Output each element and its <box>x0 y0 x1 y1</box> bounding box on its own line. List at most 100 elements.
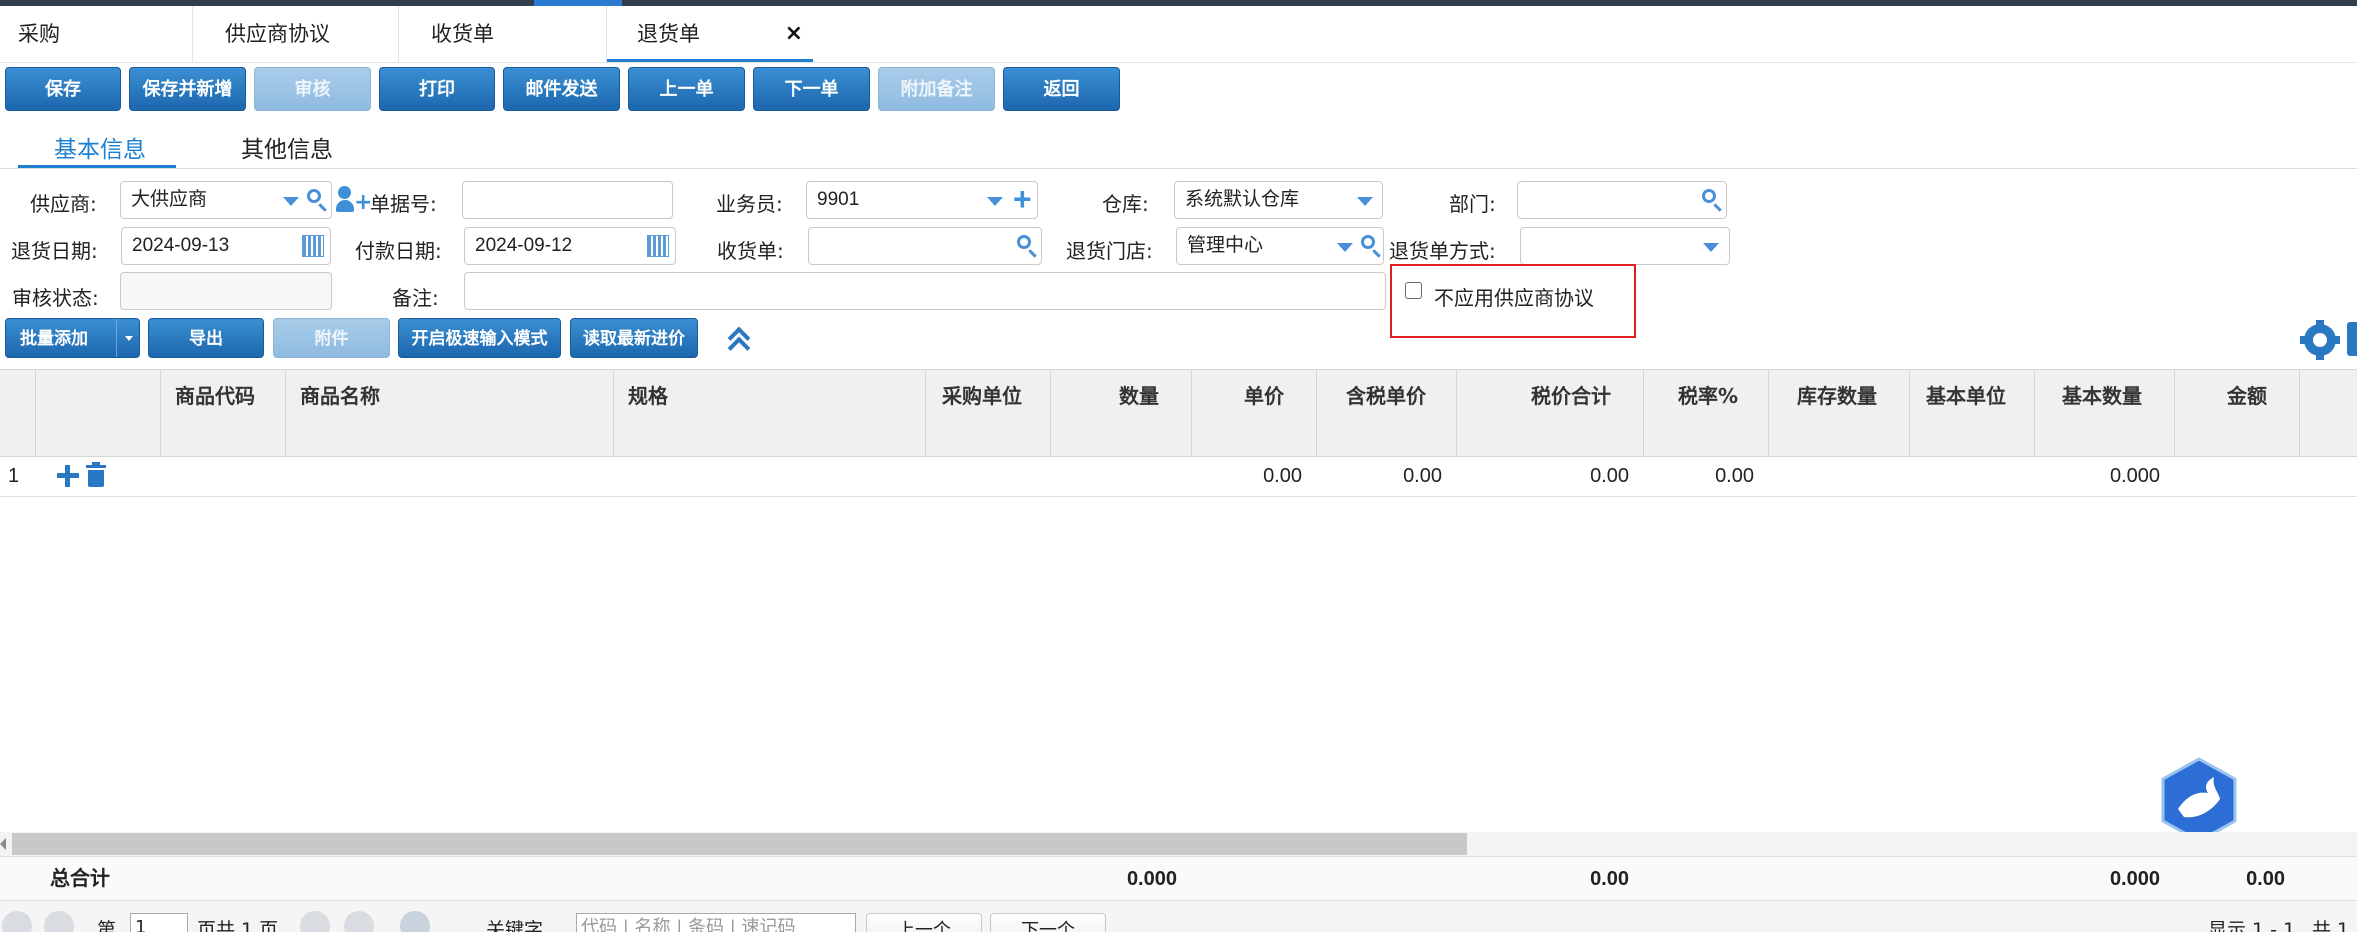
batch-add-button[interactable]: 批量添加 <box>5 318 140 358</box>
prev-page-icon[interactable] <box>44 911 74 932</box>
tab-purchase[interactable]: 采购 <box>0 6 193 62</box>
column-header[interactable]: 库存数量 <box>1769 370 1910 456</box>
close-icon[interactable]: × <box>785 6 803 62</box>
return-date-label: 退货日期: <box>11 239 98 263</box>
chevron-down-icon[interactable] <box>283 197 299 206</box>
tax-unit-price-cell[interactable]: 0.00 <box>1317 456 1442 496</box>
calendar-icon[interactable] <box>302 235 324 257</box>
last-page-icon[interactable] <box>344 911 374 932</box>
refresh-icon[interactable] <box>400 911 430 932</box>
subtab-basic-info[interactable]: 基本信息 <box>54 130 146 164</box>
remark-field[interactable] <box>464 272 1386 310</box>
chevron-down-icon[interactable] <box>1703 243 1719 252</box>
print-button[interactable]: 打印 <box>379 67 495 111</box>
column-header-actions <box>36 370 161 456</box>
display-range: 显示 1 - 1 <box>2208 919 2296 932</box>
next-match-button[interactable]: 下一个 <box>990 913 1106 932</box>
save-button[interactable]: 保存 <box>5 67 121 111</box>
totals-tax-total: 0.00 <box>1590 868 1629 890</box>
audit-status-label: 审核状态: <box>12 286 99 310</box>
dept-field[interactable] <box>1517 181 1727 219</box>
tab-receipt[interactable]: 收货单 <box>399 6 607 62</box>
page-number-input[interactable]: 1 <box>130 913 188 932</box>
supplier-select[interactable]: 大供应商 <box>120 181 332 219</box>
gear-icon[interactable] <box>2300 320 2340 360</box>
pager-bar: 第 1 页共 1 页 关键字 代码 | 名称 | 条码 | 速记码 上一个 下一… <box>0 900 2357 932</box>
prev-match-button[interactable]: 上一个 <box>866 913 982 932</box>
column-header[interactable]: 数量 <box>1051 370 1192 456</box>
tab-return[interactable]: 退货单 × <box>607 6 813 62</box>
email-button[interactable]: 邮件发送 <box>503 67 620 111</box>
next-page-icon[interactable] <box>300 911 330 932</box>
column-header[interactable]: 含税单价 <box>1317 370 1457 456</box>
trash-icon[interactable] <box>86 462 106 488</box>
save-new-button[interactable]: 保存并新增 <box>129 67 246 111</box>
attachment-button[interactable]: 附件 <box>273 318 390 358</box>
search-icon[interactable] <box>1702 189 1716 203</box>
tax-rate-cell[interactable]: 0.00 <box>1644 456 1754 496</box>
tab-bar: 采购 供应商协议 收货单 退货单 × <box>0 6 2357 63</box>
unit-price-cell[interactable]: 0.00 <box>1192 456 1302 496</box>
calendar-icon[interactable] <box>647 235 669 257</box>
base-qty-cell[interactable]: 0.000 <box>2035 456 2160 496</box>
search-icon[interactable] <box>307 189 321 203</box>
column-header[interactable]: 税率% <box>1644 370 1769 456</box>
tax-total-cell[interactable]: 0.00 <box>1457 456 1629 496</box>
column-header[interactable]: 商品代码 <box>161 370 286 456</box>
remark-label: 备注: <box>392 286 439 310</box>
chevron-down-icon[interactable] <box>1357 197 1373 206</box>
store-select[interactable]: 管理中心 <box>1176 227 1384 265</box>
batch-add-label: 批量添加 <box>20 329 88 349</box>
search-icon[interactable] <box>1361 235 1375 249</box>
keyword-input[interactable]: 代码 | 名称 | 条码 | 速记码 <box>576 913 856 932</box>
next-doc-button[interactable]: 下一单 <box>753 67 870 111</box>
no-agreement-label[interactable]: 不应用供应商协议 <box>1434 282 1594 311</box>
search-icon[interactable] <box>1017 235 1031 249</box>
column-header[interactable]: 规格 <box>614 370 926 456</box>
chevron-down-icon[interactable] <box>1337 243 1353 252</box>
assistant-bird-icon[interactable] <box>2160 757 2238 843</box>
subtab-other-info[interactable]: 其他信息 <box>241 130 333 164</box>
method-select[interactable] <box>1520 227 1730 265</box>
totals-row: 总合计 0.000 0.00 0.000 0.00 <box>0 856 2357 901</box>
chevron-down-icon[interactable] <box>987 197 1003 206</box>
table-row[interactable]: 1 0.00 0.00 0.00 0.00 0.000 <box>0 456 2357 497</box>
pay-date-field[interactable]: 2024-09-12 <box>464 227 676 265</box>
export-button[interactable]: 导出 <box>148 318 264 358</box>
tab-label: 收货单 <box>431 22 494 46</box>
return-date-field[interactable]: 2024-09-13 <box>121 227 331 265</box>
scroll-left-icon[interactable] <box>0 838 6 850</box>
column-header[interactable]: 商品名称 <box>286 370 614 456</box>
column-header-index <box>0 370 36 456</box>
first-page-icon[interactable] <box>2 911 32 932</box>
row-index: 1 <box>8 465 20 487</box>
no-agreement-checkbox[interactable] <box>1405 282 1422 299</box>
salesman-select[interactable]: 9901 + <box>806 181 1038 219</box>
audit-button[interactable]: 审核 <box>254 67 371 111</box>
collapse-up-icon[interactable] <box>727 326 753 360</box>
receipt-field[interactable] <box>808 227 1042 265</box>
add-row-icon[interactable] <box>57 465 79 487</box>
column-header[interactable]: 单价 <box>1192 370 1317 456</box>
fast-input-button[interactable]: 开启极速输入模式 <box>398 318 561 358</box>
column-header[interactable]: 税价合计 <box>1457 370 1644 456</box>
latest-price-button[interactable]: 读取最新进价 <box>570 318 698 358</box>
caret-down-icon[interactable] <box>125 336 133 341</box>
add-user-icon[interactable]: + <box>336 184 372 214</box>
prev-doc-button[interactable]: 上一单 <box>628 67 745 111</box>
column-header[interactable]: 金额 <box>2175 370 2300 456</box>
horizontal-scrollbar[interactable] <box>0 832 2357 856</box>
attach-note-button[interactable]: 附加备注 <box>878 67 995 111</box>
export-icon[interactable] <box>2347 322 2357 356</box>
scrollbar-thumb[interactable] <box>12 833 1467 855</box>
back-button[interactable]: 返回 <box>1003 67 1120 111</box>
tab-supplier-agreement[interactable]: 供应商协议 <box>193 6 399 62</box>
column-header[interactable]: 采购单位 <box>926 370 1051 456</box>
column-header[interactable]: 基本单位 <box>1910 370 2035 456</box>
add-icon[interactable]: + <box>1013 183 1032 215</box>
column-header[interactable]: 基本数量 <box>2035 370 2175 456</box>
docno-field[interactable] <box>462 181 673 219</box>
warehouse-select[interactable]: 系统默认仓库 <box>1174 181 1383 219</box>
supplier-label: 供应商: <box>30 192 97 216</box>
totals-amount: 0.00 <box>2246 868 2285 890</box>
